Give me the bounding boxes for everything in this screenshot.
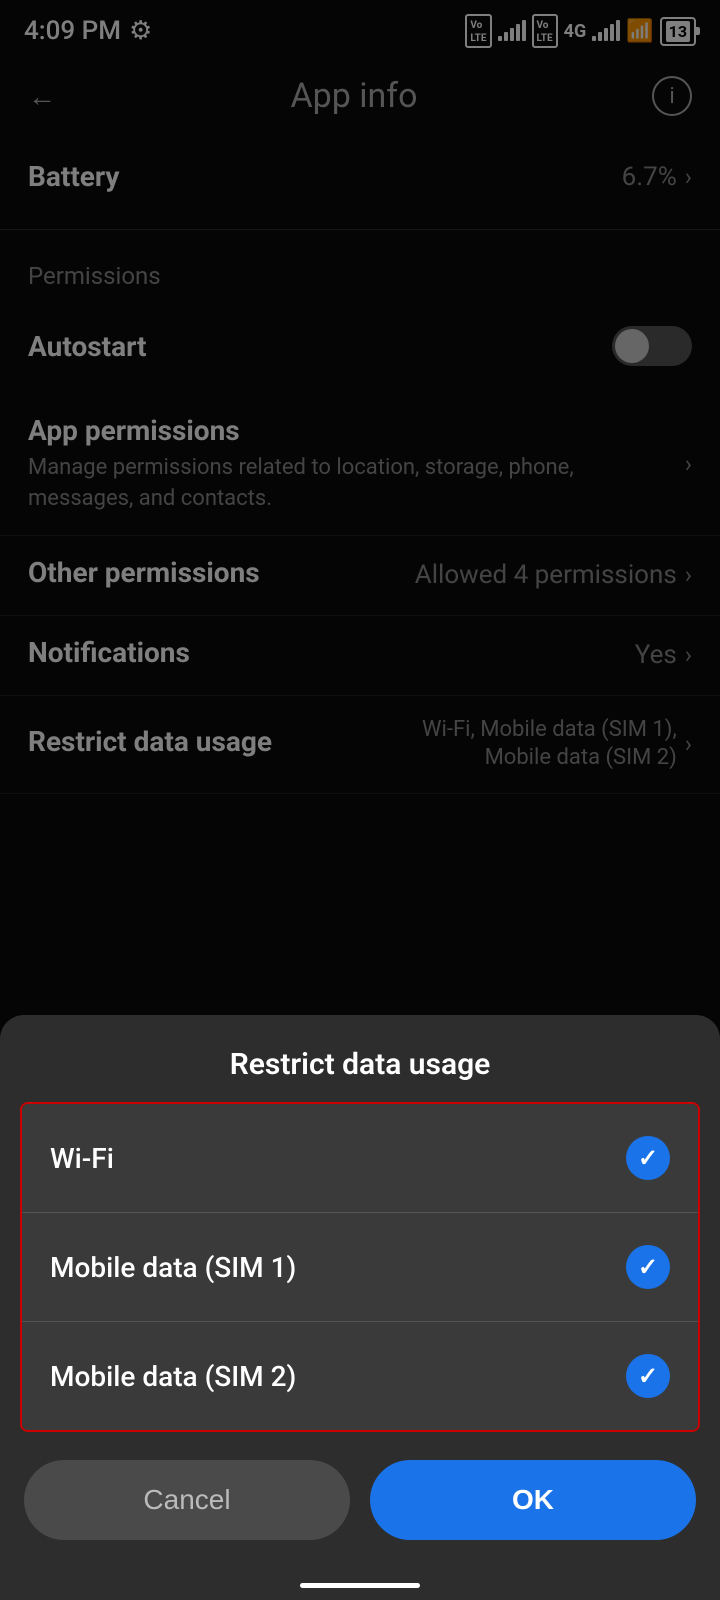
dialog-title: Restrict data usage <box>0 1015 720 1102</box>
restrict-data-dialog: Restrict data usage Wi-Fi Mobile data (S… <box>0 1015 720 1600</box>
mobile-data-sim1-checkbox[interactable] <box>626 1245 670 1289</box>
options-list: Wi-Fi Mobile data (SIM 1) Mobile data (S… <box>20 1102 700 1432</box>
mobile-data-sim2-row[interactable]: Mobile data (SIM 2) <box>22 1322 698 1430</box>
wifi-option-label: Wi-Fi <box>50 1142 114 1175</box>
ok-button[interactable]: OK <box>370 1460 696 1540</box>
mobile-data-sim1-row[interactable]: Mobile data (SIM 1) <box>22 1213 698 1322</box>
mobile-data-sim2-label: Mobile data (SIM 2) <box>50 1360 296 1393</box>
home-indicator <box>300 1583 420 1588</box>
wifi-option-row[interactable]: Wi-Fi <box>22 1104 698 1213</box>
mobile-data-sim1-label: Mobile data (SIM 1) <box>50 1251 296 1284</box>
dialog-buttons: Cancel OK <box>0 1432 720 1560</box>
wifi-checkbox[interactable] <box>626 1136 670 1180</box>
cancel-button[interactable]: Cancel <box>24 1460 350 1540</box>
mobile-data-sim2-checkbox[interactable] <box>626 1354 670 1398</box>
